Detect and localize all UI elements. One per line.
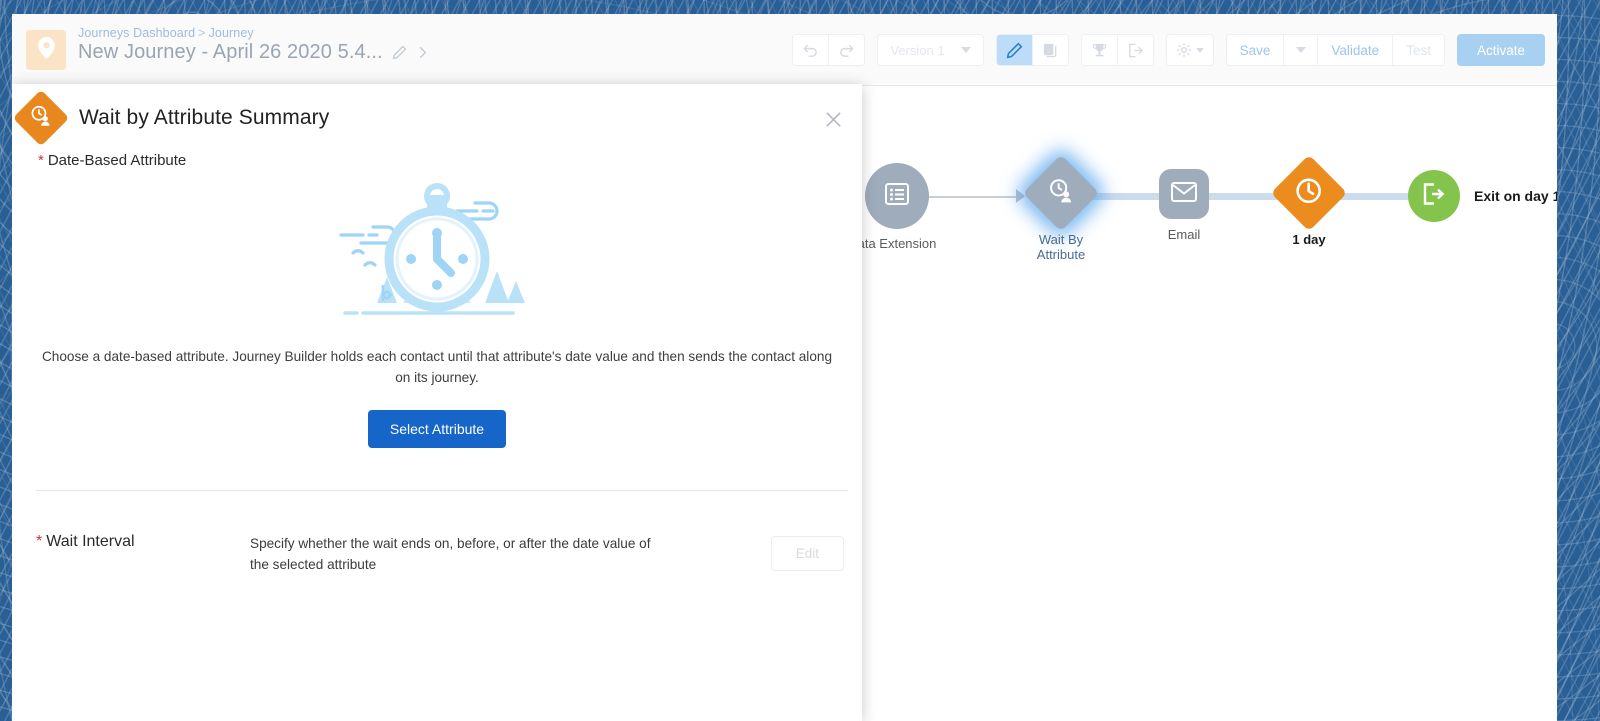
toolbar: Version 1 Save Validate Test Activate <box>792 34 1545 66</box>
exit-icon[interactable] <box>1117 35 1153 65</box>
version-label: Version 1 <box>890 42 945 58</box>
location-pin-icon <box>37 36 55 64</box>
pencil-icon[interactable] <box>392 45 407 60</box>
test-button[interactable]: Test <box>1393 35 1444 65</box>
wait-attribute-icon <box>1047 177 1075 210</box>
chevron-down-icon <box>960 47 971 53</box>
wait-interval-edit-button[interactable]: Edit <box>770 536 844 571</box>
breadcrumb: Journeys Dashboard > Journey <box>78 26 429 40</box>
connector-de-to-wait <box>924 196 1024 198</box>
email-shape <box>1159 169 1209 219</box>
select-attribute-wrapper: Select Attribute <box>12 410 862 448</box>
caret-down-icon <box>1295 47 1306 53</box>
close-icon[interactable] <box>822 108 844 130</box>
node-label-line-1: Wait By <box>1038 232 1084 247</box>
modal-activity-icon-wrapper <box>12 89 70 147</box>
duplicate-icon[interactable] <box>1032 35 1068 65</box>
node-wait-1-day[interactable]: 1 day <box>1270 154 1348 247</box>
envelope-icon <box>1171 181 1197 207</box>
node-label-1-day: 1 day <box>1292 232 1326 247</box>
browser-viewport: Journeys Dashboard > Journey New Journey -… <box>12 14 1557 721</box>
history-button-group <box>792 34 866 66</box>
node-label-data-extension: ata Extension <box>857 236 937 251</box>
undo-icon[interactable] <box>793 35 830 65</box>
journey-badge <box>26 30 66 70</box>
edit-mode-group <box>995 34 1069 66</box>
edit-mode-button[interactable] <box>996 35 1033 65</box>
gear-icon[interactable] <box>1166 35 1213 65</box>
page-title: New Journey - April 26 2020 5.4... <box>78 41 383 63</box>
node-wait-by-attribute[interactable]: Wait By Attribute <box>1022 154 1100 262</box>
wait-1-day-shape <box>1270 154 1348 232</box>
modal-title: Wait by Attribute Summary <box>79 106 330 129</box>
trophy-icon[interactable] <box>1081 35 1118 65</box>
node-exit[interactable]: Exit on day 1 <box>1408 170 1557 222</box>
settings-group <box>1165 34 1214 66</box>
version-selector-group: Version 1 <box>877 34 984 66</box>
node-label-exit: Exit on day 1 <box>1474 188 1557 204</box>
exit-shape <box>1408 170 1460 222</box>
node-label-wait-by-attribute: Wait By Attribute <box>1037 232 1085 262</box>
date-based-attribute-label-text: Date-Based Attribute <box>47 152 187 169</box>
stopwatch-illustration-wrapper <box>12 177 862 332</box>
wait-by-attribute-shape <box>1022 154 1100 232</box>
wait-interval-label-text: Wait Interval <box>46 533 135 550</box>
goals-exit-group <box>1080 34 1154 66</box>
breadcrumb-link-dashboard[interactable]: Journeys Dashboard <box>78 26 195 40</box>
modal-header: Wait by Attribute Summary <box>12 84 862 152</box>
chevron-right-icon[interactable] <box>416 45 429 60</box>
wait-by-attribute-summary-modal: Wait by Attribute Summary * Date-Based At… <box>12 84 862 721</box>
save-button[interactable]: Save <box>1226 35 1285 65</box>
redo-icon[interactable] <box>829 35 865 65</box>
section-divider <box>36 490 848 491</box>
required-marker: * <box>36 533 43 550</box>
journey-name-row: New Journey - April 26 2020 5.4... <box>78 41 429 64</box>
caret-down-icon <box>1195 47 1204 53</box>
wait-attribute-icon <box>29 104 53 133</box>
app-header: Journeys Dashboard > Journey New Journey -… <box>12 14 1557 86</box>
connector-arrowhead <box>1016 189 1025 203</box>
exit-door-icon <box>1421 181 1447 212</box>
required-marker: * <box>38 152 44 169</box>
version-dropdown[interactable]: Version 1 <box>878 35 983 65</box>
save-dropdown-button[interactable] <box>1284 35 1319 65</box>
list-icon <box>884 181 910 212</box>
node-label-line-2: Attribute <box>1036 247 1086 262</box>
clock-icon <box>1295 177 1323 210</box>
node-email[interactable]: Email <box>1159 169 1209 242</box>
wait-interval-description: Specify whether the wait ends on, before… <box>250 536 651 572</box>
journey-title-block: Journeys Dashboard > Journey New Journey -… <box>78 26 429 64</box>
wait-interval-section: * Wait Interval Specify whether the wait … <box>12 533 862 575</box>
data-extension-shape <box>865 163 929 229</box>
select-attribute-button[interactable]: Select Attribute <box>367 410 507 448</box>
date-attribute-helper-text: Choose a date-based attribute. Journey B… <box>41 349 833 385</box>
validate-button[interactable]: Validate <box>1318 35 1394 65</box>
activate-button[interactable]: Activate <box>1456 34 1545 66</box>
actions-group: Save Validate Test <box>1225 34 1445 66</box>
node-data-extension[interactable]: ata Extension <box>858 163 936 251</box>
journey-identity: Journeys Dashboard > Journey New Journey -… <box>26 26 429 70</box>
stopwatch-illustration <box>317 177 557 332</box>
date-based-attribute-label: * Date-Based Attribute <box>12 152 862 169</box>
breadcrumb-separator: > <box>198 26 206 40</box>
wait-interval-label: * Wait Interval <box>36 533 250 551</box>
breadcrumb-current: Journey <box>208 26 254 40</box>
node-label-email: Email <box>1167 227 1201 242</box>
